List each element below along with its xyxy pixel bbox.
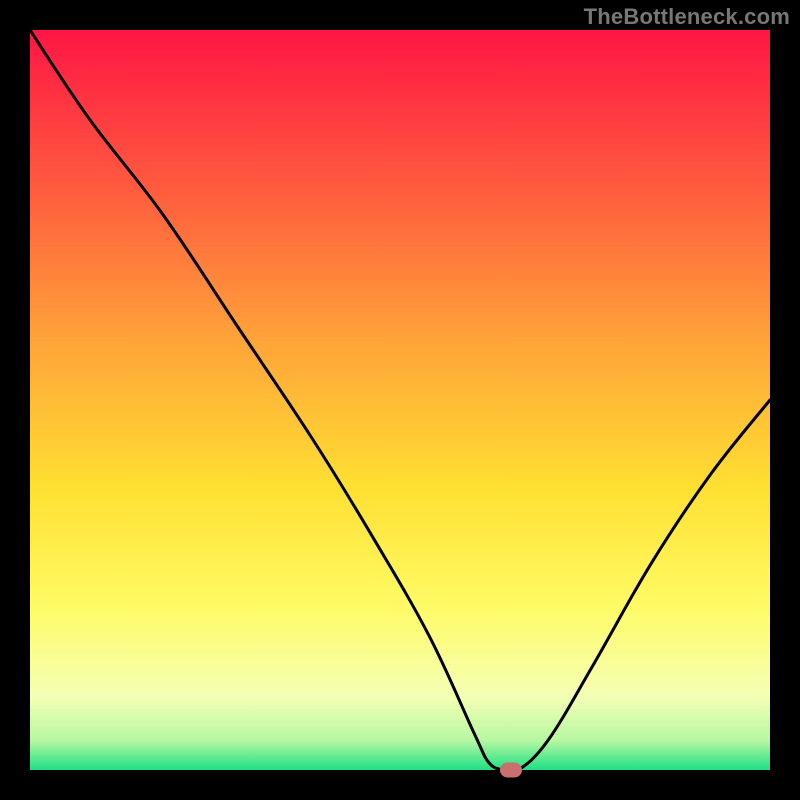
watermark-label: TheBottleneck.com bbox=[584, 4, 790, 30]
chart-svg bbox=[30, 30, 770, 770]
chart-frame: TheBottleneck.com bbox=[0, 0, 800, 800]
heat-background bbox=[30, 30, 770, 770]
optimum-marker bbox=[500, 763, 522, 778]
plot-area bbox=[30, 30, 770, 770]
